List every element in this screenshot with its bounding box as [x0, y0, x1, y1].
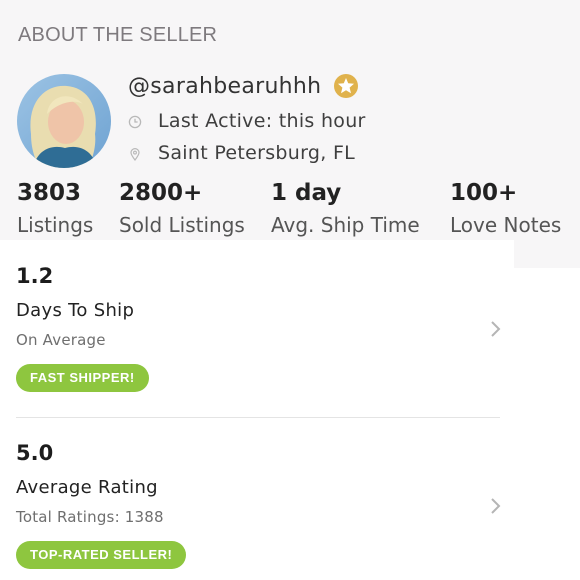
days-to-ship-subtitle: On Average	[16, 331, 106, 349]
top-rated-seller-badge: TOP-RATED SELLER!	[16, 541, 187, 569]
stat-value: 100+	[450, 180, 518, 206]
avatar[interactable]	[17, 74, 111, 168]
stat-avg-ship-time[interactable]: 1 day Avg. Ship Time	[271, 178, 420, 240]
stat-label: Sold Listings	[119, 213, 245, 237]
stat-love-notes[interactable]: 100+ Love Notes	[450, 178, 561, 240]
location-pin-icon	[128, 146, 142, 162]
seller-username[interactable]: @sarahbearuhhh	[128, 74, 321, 99]
last-active-text: Last Active: this hour	[158, 110, 366, 132]
average-rating-title[interactable]: Average Rating	[16, 477, 158, 498]
location-text: Saint Petersburg, FL	[158, 142, 356, 164]
stat-value: 1 day	[271, 180, 342, 206]
fast-shipper-badge: FAST SHIPPER!	[16, 364, 149, 392]
days-to-ship-title[interactable]: Days To Ship	[16, 300, 134, 321]
clock-icon	[128, 114, 142, 129]
seller-metrics-panel	[0, 240, 514, 580]
stat-value: 2800+	[119, 180, 203, 206]
stat-label: Avg. Ship Time	[271, 213, 420, 237]
section-title: ABOUT THE SELLER	[18, 24, 218, 46]
total-ratings-subtitle: Total Ratings: 1388	[16, 508, 164, 526]
average-rating-value: 5.0	[16, 441, 54, 465]
star-badge-icon	[333, 73, 359, 99]
stat-label: Love Notes	[450, 213, 562, 237]
stat-label: Listings	[17, 213, 94, 237]
stat-sold-listings[interactable]: 2800+ Sold Listings	[119, 178, 245, 240]
stat-value: 3803	[17, 180, 82, 206]
divider	[16, 417, 500, 418]
chevron-right-icon[interactable]	[490, 320, 502, 338]
days-to-ship-value: 1.2	[16, 264, 54, 288]
chevron-right-icon[interactable]	[490, 497, 502, 515]
stat-listings[interactable]: 3803 Listings	[17, 178, 93, 240]
